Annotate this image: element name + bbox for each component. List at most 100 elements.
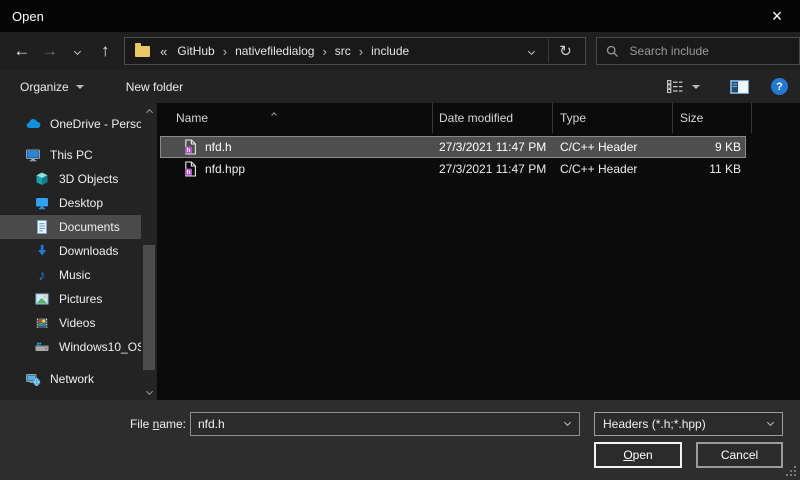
search-box[interactable] <box>596 37 800 65</box>
sidebar-items: OneDrive - Persor This PC <box>0 103 157 391</box>
sort-ascending-icon <box>272 106 276 120</box>
help-button[interactable]: ? <box>771 78 788 95</box>
forward-button[interactable]: → <box>36 37 64 65</box>
chevron-down-icon <box>145 387 152 394</box>
chevron-down-icon <box>563 419 570 426</box>
breadcrumb-separator: › <box>221 44 229 59</box>
details-view-icon <box>667 80 683 93</box>
sidebar-item-label: Videos <box>59 316 95 330</box>
table-row[interactable]: h nfd.hpp 27/3/2021 11:47 PM C/C++ Heade… <box>160 158 746 180</box>
sidebar-item-downloads[interactable]: Downloads <box>0 239 141 263</box>
film-icon <box>34 315 50 331</box>
column-header-type[interactable]: Type <box>553 103 673 133</box>
file-type: C/C++ Header <box>554 162 674 176</box>
address-bar[interactable]: « GitHub › nativefiledialog › src › incl… <box>124 37 585 65</box>
picture-icon <box>34 291 50 307</box>
file-name-combobox[interactable] <box>190 412 580 436</box>
sidebar-item-label: 3D Objects <box>59 172 118 186</box>
sidebar-item-label: Pictures <box>59 292 102 306</box>
organize-button[interactable]: Organize <box>12 74 92 100</box>
chevron-down-icon <box>766 419 773 426</box>
up-arrow-icon: ↑ <box>101 41 110 61</box>
sidebar-item-3d-objects[interactable]: 3D Objects <box>0 167 141 191</box>
breadcrumb-overflow[interactable]: « <box>156 44 171 59</box>
sidebar-item-label: Music <box>59 268 90 282</box>
file-type-dropdown-button[interactable] <box>758 413 782 435</box>
music-note-icon: ♪ <box>34 267 50 283</box>
sidebar-item-label: Documents <box>59 220 120 234</box>
back-arrow-icon: ← <box>13 41 30 61</box>
breadcrumb-item-github[interactable]: GitHub <box>171 38 220 64</box>
header-file-icon: h <box>184 139 197 155</box>
cancel-button[interactable]: Cancel <box>696 442 783 468</box>
search-input[interactable] <box>628 43 791 59</box>
file-type: C/C++ Header <box>554 140 674 154</box>
hard-drive-icon <box>34 339 50 355</box>
sidebar-item-desktop[interactable]: Desktop <box>0 191 141 215</box>
sidebar-item-label: OneDrive - Persor <box>50 117 141 131</box>
chevron-down-icon <box>76 85 84 89</box>
sidebar-item-network[interactable]: Network <box>0 367 141 391</box>
chevron-up-icon <box>145 108 152 115</box>
breadcrumb-separator: › <box>320 44 328 59</box>
sidebar-scrollbar[interactable] <box>142 103 156 400</box>
preview-pane-button[interactable] <box>724 74 755 100</box>
file-rows: h nfd.h 27/3/2021 11:47 PM C/C++ Header … <box>157 133 800 180</box>
sidebar-item-windows10-os[interactable]: Windows10_OS ( <box>0 335 141 359</box>
refresh-button[interactable]: ↻ <box>553 38 579 64</box>
scrollbar-thumb[interactable] <box>143 245 155 370</box>
new-folder-button[interactable]: New folder <box>118 74 191 100</box>
close-button[interactable]: × <box>754 0 800 32</box>
desktop-icon <box>34 195 50 211</box>
command-toolbar: Organize New folder <box>0 70 800 103</box>
sidebar-item-onedrive[interactable]: OneDrive - Persor <box>0 112 141 136</box>
file-list-pane: Name Date modified Type Size <box>157 103 800 400</box>
file-name-label: File name: <box>0 412 186 436</box>
table-row[interactable]: h nfd.h 27/3/2021 11:47 PM C/C++ Header … <box>160 136 746 158</box>
dialog-footer: File name: Headers (*.h;*.hpp) Open Canc… <box>0 400 800 480</box>
file-name-input[interactable] <box>191 417 555 431</box>
sidebar-item-pictures[interactable]: Pictures <box>0 287 141 311</box>
sidebar-item-videos[interactable]: Videos <box>0 311 141 335</box>
column-header-size[interactable]: Size <box>673 103 752 133</box>
toolbar-right-group: ? <box>661 74 788 100</box>
sidebar-item-label: Downloads <box>59 244 118 258</box>
breadcrumb-item-src[interactable]: src <box>329 38 357 64</box>
column-header-row: Name Date modified Type Size <box>157 103 800 133</box>
open-button[interactable]: Open <box>594 442 682 468</box>
network-icon <box>25 371 41 387</box>
main-area: OneDrive - Persor This PC <box>0 103 800 400</box>
address-dropdown-button[interactable] <box>520 38 544 64</box>
document-icon <box>34 219 50 235</box>
breadcrumb-item-include[interactable]: include <box>365 38 415 64</box>
sidebar-item-music[interactable]: ♪ Music <box>0 263 141 287</box>
breadcrumb-separator: › <box>357 44 365 59</box>
svg-text:h: h <box>187 169 191 176</box>
title-bar: Open × <box>0 0 800 32</box>
download-arrow-icon <box>34 243 50 259</box>
sidebar-item-documents[interactable]: Documents <box>0 215 141 239</box>
forward-arrow-icon: → <box>41 41 58 61</box>
file-type-combobox[interactable]: Headers (*.h;*.hpp) <box>594 412 783 436</box>
chevron-down-icon <box>74 47 81 54</box>
file-date-modified: 27/3/2021 11:47 PM <box>434 140 554 154</box>
sidebar-item-this-pc[interactable]: This PC <box>0 143 141 167</box>
sidebar-item-label: Desktop <box>59 196 103 210</box>
scroll-up-button[interactable] <box>142 105 156 119</box>
column-header-name[interactable]: Name <box>157 103 433 133</box>
scroll-down-button[interactable] <box>142 384 156 398</box>
refresh-icon: ↻ <box>559 42 572 60</box>
change-view-button[interactable] <box>661 74 706 100</box>
file-name: nfd.hpp <box>205 162 245 176</box>
chevron-down-icon <box>528 47 535 54</box>
organize-label: Organize <box>20 80 69 94</box>
file-name-dropdown-button[interactable] <box>555 413 579 435</box>
up-button[interactable]: ↑ <box>91 37 119 65</box>
file-name: nfd.h <box>205 140 232 154</box>
recent-locations-button[interactable] <box>64 37 92 65</box>
resize-grip[interactable] <box>787 467 796 476</box>
folder-icon <box>135 46 150 57</box>
back-button[interactable]: ← <box>8 37 36 65</box>
column-header-date-modified[interactable]: Date modified <box>433 103 553 133</box>
breadcrumb-item-nativefiledialog[interactable]: nativefiledialog <box>229 38 320 64</box>
